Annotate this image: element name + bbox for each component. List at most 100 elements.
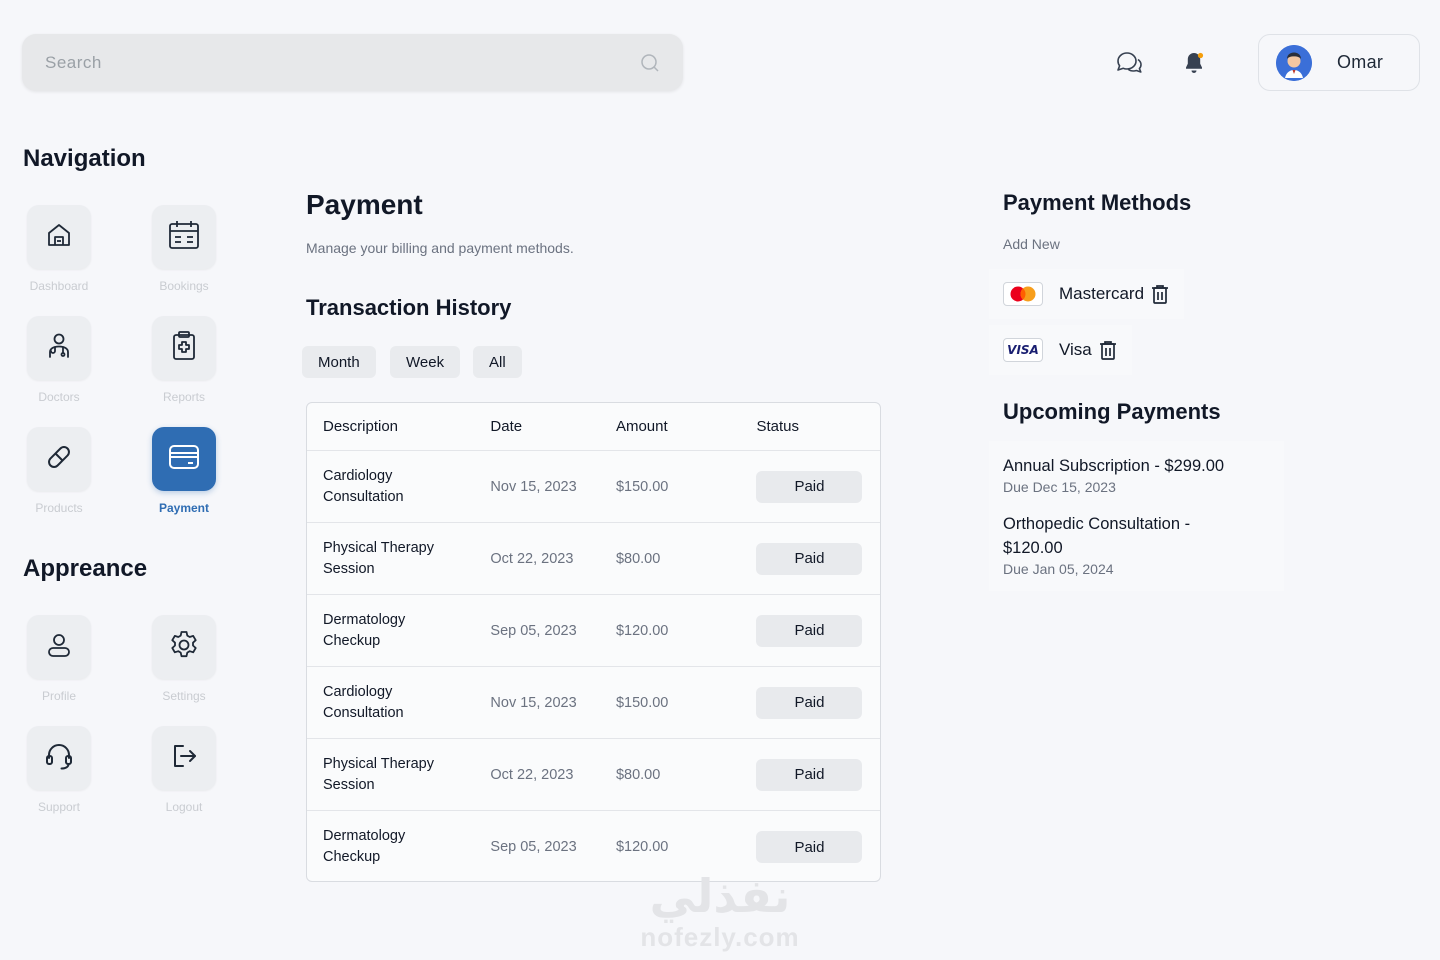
sidebar-item-label: Payment — [158, 501, 210, 515]
table-body: Cardiology Consultation Nov 15, 2023 $150.0… — [307, 451, 880, 881]
cell-date: Sep 05, 2023 — [490, 622, 577, 639]
cell-date: Nov 15, 2023 — [490, 694, 577, 711]
sidebar-item-logout[interactable]: Logout — [134, 726, 234, 814]
payment-method-label: Mastercard — [1059, 284, 1145, 303]
page-subtitle: Manage your billing and payment methods. — [306, 240, 574, 256]
avatar — [1276, 44, 1312, 81]
sidebar-item-bookings[interactable]: Bookings — [134, 205, 234, 293]
page-title: Payment — [306, 189, 423, 220]
column-header-date: Date — [490, 418, 523, 435]
user-icon — [45, 631, 73, 664]
status-badge: Paid — [756, 758, 863, 791]
transaction-table: Description Date Amount Status Cardiolog… — [306, 402, 881, 882]
table-row: Cardiology Consultation Nov 15, 2023 $150.0… — [307, 451, 880, 523]
upcoming-payments-list: Annual Subscription - $299.00 Due Dec 15… — [989, 441, 1284, 591]
description-line2: Checkup — [323, 632, 381, 649]
gear-icon — [168, 629, 200, 666]
calendar-icon — [167, 219, 201, 256]
description-line1: Physical Therapy — [323, 539, 434, 556]
navigation-heading: Navigation — [23, 145, 146, 172]
search-bar[interactable] — [22, 34, 683, 91]
headset-icon — [44, 741, 74, 776]
cell-status: Paid — [756, 542, 880, 575]
description-line2: Consultation — [323, 488, 404, 505]
sidebar-item-settings[interactable]: Settings — [134, 615, 234, 703]
home-icon — [44, 220, 74, 255]
sidebar-item-profile[interactable]: Profile — [9, 615, 109, 703]
cell-description: Cardiology Consultation — [307, 682, 490, 724]
table-header: Description Date Amount Status — [307, 403, 880, 451]
cell-description: Physical Therapy Session — [307, 754, 490, 796]
sidebar-item-label: Doctors — [38, 390, 80, 404]
table-row: Physical Therapy Session Oct 22, 2023 $80.0… — [307, 523, 880, 595]
sidebar-item-label: Bookings — [159, 279, 209, 293]
sidebar-item-label: Products — [35, 501, 83, 515]
cell-date: Oct 22, 2023 — [490, 766, 574, 783]
filter-week-button[interactable]: Week — [390, 346, 461, 378]
mastercard-icon — [1003, 282, 1043, 306]
upcoming-payment-due: Due Dec 15, 2023 — [1003, 479, 1116, 495]
sidebar-item-payment[interactable]: Payment — [134, 427, 234, 515]
watermark-latin: nofezly.com — [640, 922, 800, 952]
table-row: Dermatology Checkup Sep 05, 2023 $120.00 Pai… — [307, 595, 880, 667]
table-row: Physical Therapy Session Oct 22, 2023 $80.0… — [307, 739, 880, 811]
payment-method-label: Visa — [1059, 340, 1092, 359]
sidebar-item-reports[interactable]: Reports — [134, 316, 234, 404]
sidebar-item-doctors[interactable]: Doctors — [9, 316, 109, 404]
cell-description: Physical Therapy Session — [307, 538, 490, 580]
cell-amount: $80.00 — [615, 550, 661, 567]
watermark: نفذلي nofezly.com — [620, 870, 820, 952]
appearance-heading: Appreance — [23, 555, 148, 582]
sidebar-item-label: Settings — [162, 689, 206, 703]
cell-status: Paid — [756, 831, 880, 863]
search-icon[interactable] — [639, 52, 661, 74]
payment-methods-heading: Payment Methods — [1003, 190, 1192, 215]
status-badge: Paid — [756, 831, 863, 863]
description-line1: Dermatology — [323, 828, 406, 844]
status-badge: Paid — [756, 470, 863, 503]
clipboard-icon — [169, 330, 199, 367]
doctor-icon — [44, 331, 74, 366]
add-new-link[interactable]: Add New — [1003, 236, 1060, 252]
trash-icon[interactable] — [1098, 340, 1118, 360]
cell-date: Nov 15, 2023 — [490, 478, 577, 495]
column-header-amount: Amount — [615, 418, 668, 435]
column-header-status: Status — [756, 418, 799, 435]
logout-icon — [169, 741, 199, 776]
sidebar-item-products[interactable]: Products — [9, 427, 109, 515]
user-menu[interactable]: Omar — [1258, 34, 1420, 91]
transaction-history-heading: Transaction History — [306, 295, 512, 320]
upcoming-payments-heading: Upcoming Payments — [1003, 399, 1221, 424]
sidebar-item-support[interactable]: Support — [9, 726, 109, 814]
watermark-arabic: نفذلي — [649, 870, 791, 922]
filter-all-button[interactable]: All — [473, 346, 522, 378]
description-line2: Session — [323, 560, 375, 577]
user-name: Omar — [1337, 52, 1384, 72]
payment-method-visa[interactable]: VISA Visa — [989, 325, 1132, 375]
cell-status: Paid — [756, 614, 880, 647]
cell-amount: $120.00 — [615, 839, 669, 855]
status-badge: Paid — [756, 686, 863, 719]
sidebar-item-dashboard[interactable]: Dashboard — [9, 205, 109, 293]
table-row: Cardiology Consultation Nov 15, 2023 $150.0… — [307, 667, 880, 739]
payment-method-mastercard[interactable]: Mastercard — [989, 269, 1185, 319]
cell-date: Sep 05, 2023 — [490, 839, 577, 855]
trash-icon[interactable] — [1150, 284, 1170, 304]
cell-status: Paid — [756, 686, 880, 719]
description-line1: Dermatology — [323, 611, 406, 628]
pill-icon — [44, 442, 74, 477]
upcoming-payment-title-line1: Orthopedic Consultation - — [1003, 515, 1191, 533]
description-line1: Cardiology — [323, 467, 393, 484]
filter-month-button[interactable]: Month — [302, 346, 376, 378]
status-badge: Paid — [756, 542, 863, 575]
visa-icon: VISA — [1003, 338, 1043, 362]
description-line2: Consultation — [323, 704, 404, 721]
sidebar-item-label: Reports — [162, 390, 206, 404]
visa-badge-text: VISA — [1007, 343, 1039, 357]
notification-bell-icon[interactable] — [1179, 48, 1209, 78]
chat-icon[interactable] — [1114, 48, 1144, 78]
cell-description: Dermatology Checkup — [307, 826, 490, 868]
search-input[interactable] — [45, 52, 639, 73]
description-line1: Cardiology — [323, 683, 393, 700]
cell-description: Dermatology Checkup — [307, 610, 490, 652]
